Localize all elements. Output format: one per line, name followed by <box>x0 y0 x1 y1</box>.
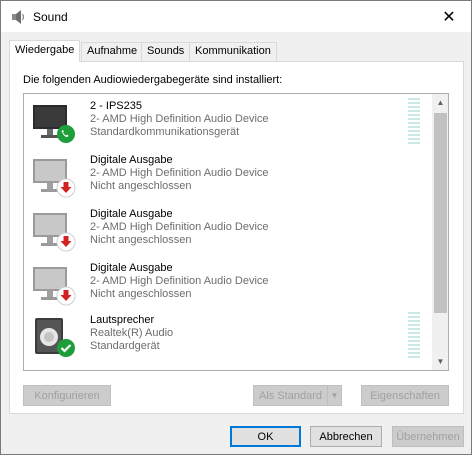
cancel-button[interactable]: Abbrechen <box>310 426 382 447</box>
tab-aufnahme[interactable]: Aufnahme <box>81 42 144 61</box>
set-default-button[interactable]: Als Standard ▼ <box>253 385 342 406</box>
speaker-icon <box>12 10 25 24</box>
device-item-digital-output[interactable]: Digitale Ausgabe 2- AMD High Definition … <box>24 202 434 256</box>
device-driver: 2- AMD High Definition Audio Device <box>90 275 269 287</box>
properties-button[interactable]: Eigenschaften <box>361 385 449 406</box>
device-status: Standardgerät <box>90 340 160 352</box>
device-item-ips235[interactable]: 2 - IPS235 2- AMD High Definition Audio … <box>24 94 434 148</box>
device-item-digital-output[interactable]: Digitale Ausgabe 2- AMD High Definition … <box>24 148 434 202</box>
device-driver: 2- AMD High Definition Audio Device <box>90 113 269 125</box>
ok-button[interactable]: OK <box>230 426 301 447</box>
device-name: Digitale Ausgabe <box>90 154 173 166</box>
scrollbar-thumb[interactable] <box>434 113 447 313</box>
device-name: Digitale Ausgabe <box>90 262 173 274</box>
device-driver: 2- AMD High Definition Audio Device <box>90 167 269 179</box>
volume-meter <box>408 98 420 144</box>
device-status: Nicht angeschlossen <box>90 234 192 246</box>
device-name: Lautsprecher <box>90 314 155 326</box>
panel-heading: Die folgenden Audiowiedergabegeräte sind… <box>23 74 283 86</box>
playback-panel: Die folgenden Audiowiedergabegeräte sind… <box>9 61 464 414</box>
monitor-icon <box>33 267 76 306</box>
monitor-icon <box>33 105 75 143</box>
device-status: Nicht angeschlossen <box>90 180 192 192</box>
speaker-icon <box>35 318 75 357</box>
sound-dialog: Sound ✕ Wiedergabe Aufnahme Sounds Kommu… <box>0 0 472 455</box>
device-driver: Realtek(R) Audio <box>90 327 174 339</box>
tab-sounds[interactable]: Sounds <box>141 42 191 61</box>
monitor-icon <box>33 213 76 252</box>
device-name: Digitale Ausgabe <box>90 208 173 220</box>
configure-button[interactable]: Konfigurieren <box>23 385 111 406</box>
vertical-scrollbar[interactable]: ▲ ▼ <box>432 94 448 370</box>
volume-meter <box>408 312 420 358</box>
device-driver: 2- AMD High Definition Audio Device <box>90 221 269 233</box>
scroll-down-icon[interactable]: ▼ <box>432 353 448 370</box>
device-name: 2 - IPS235 <box>90 100 142 112</box>
device-list[interactable]: 2 - IPS235 2- AMD High Definition Audio … <box>23 93 449 371</box>
chevron-down-icon[interactable]: ▼ <box>327 386 341 405</box>
device-item-speaker[interactable]: Lautsprecher Realtek(R) Audio Standardge… <box>24 308 434 362</box>
device-item-digital-output[interactable]: Digitale Ausgabe 2- AMD High Definition … <box>24 256 434 310</box>
tab-kommunikation[interactable]: Kommunikation <box>189 42 277 61</box>
close-button[interactable]: ✕ <box>427 1 471 32</box>
phone-badge-icon <box>57 125 75 143</box>
scroll-up-icon[interactable]: ▲ <box>432 94 448 111</box>
close-icon: ✕ <box>442 8 456 26</box>
device-status: Nicht angeschlossen <box>90 288 192 300</box>
window-title: Sound <box>33 10 68 24</box>
monitor-icon <box>33 159 76 198</box>
device-status: Standardkommunikationsgerät <box>90 126 240 138</box>
title-bar: Sound ✕ <box>1 1 471 32</box>
tab-wiedergabe[interactable]: Wiedergabe <box>9 40 81 62</box>
apply-button[interactable]: Übernehmen <box>392 426 464 447</box>
